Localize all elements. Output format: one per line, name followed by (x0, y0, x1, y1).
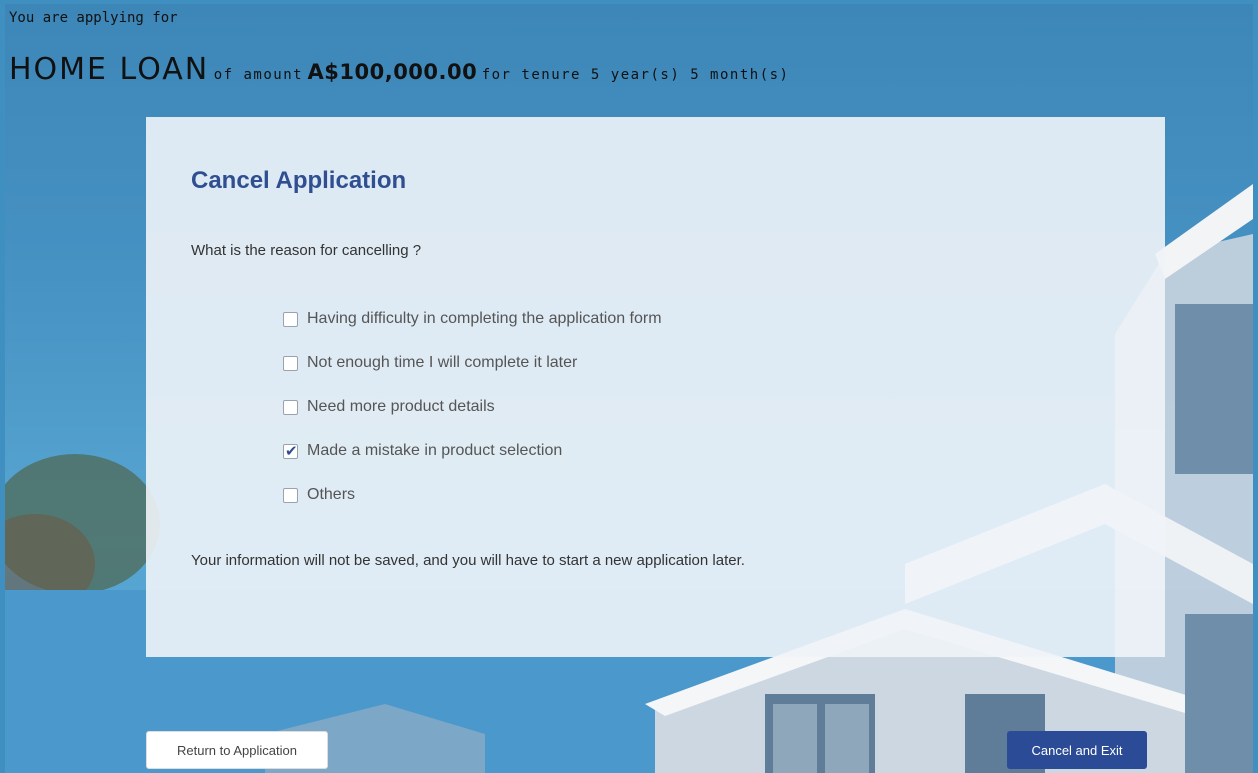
loan-type: HOME LOAN (9, 52, 210, 87)
checkbox[interactable]: ✔ (283, 487, 298, 503)
cancel-and-exit-button[interactable]: Cancel and Exit (1007, 731, 1147, 769)
card-title: Cancel Application (191, 167, 407, 194)
cancel-reason-options: ✔ Having difficulty in completing the ap… (283, 307, 662, 527)
info-message: Your information will not be saved, and … (191, 552, 745, 569)
loan-tenure: for tenure 5 year(s) 5 month(s) (481, 67, 790, 83)
reason-option-difficulty[interactable]: ✔ Having difficulty in completing the ap… (283, 307, 662, 331)
checkmark-icon: ✔ (285, 441, 298, 460)
checkbox[interactable]: ✔ (283, 311, 298, 327)
return-to-application-button[interactable]: Return to Application (146, 731, 328, 769)
of-amount-text: of amount (213, 67, 304, 83)
applying-for-text: You are applying for (9, 10, 178, 26)
reason-option-mistake[interactable]: ✔ Made a mistake in product selection (283, 439, 662, 463)
option-label: Not enough time I will complete it later (307, 354, 578, 371)
cancel-application-card: Cancel Application What is the reason fo… (146, 117, 1165, 657)
option-label: Made a mistake in product selection (307, 442, 563, 459)
option-label: Need more product details (307, 398, 495, 415)
loan-summary: HOME LOAN of amount A$100,000.00 for ten… (9, 52, 789, 87)
checkbox-checked[interactable]: ✔ (283, 441, 298, 460)
reason-option-others[interactable]: ✔ Others (283, 483, 662, 507)
option-label: Having difficulty in completing the appl… (307, 310, 662, 327)
loan-amount: A$100,000.00 (307, 60, 478, 84)
option-label: Others (307, 486, 356, 503)
checkbox[interactable]: ✔ (283, 399, 298, 415)
reason-option-more-details[interactable]: ✔ Need more product details (283, 395, 662, 419)
reason-option-not-enough-time[interactable]: ✔ Not enough time I will complete it lat… (283, 351, 662, 375)
cancel-reason-question: What is the reason for cancelling ? (191, 242, 422, 259)
checkbox[interactable]: ✔ (283, 355, 298, 371)
